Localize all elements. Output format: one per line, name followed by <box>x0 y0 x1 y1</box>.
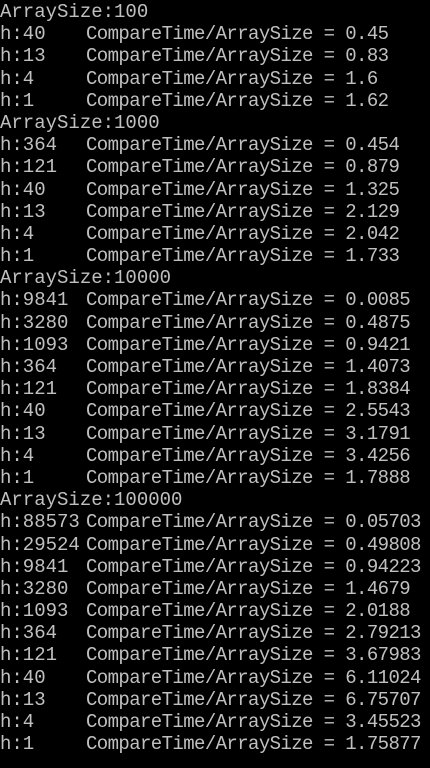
result-row: h:121 CompareTime/ArraySize = 3.67983 <box>0 644 430 666</box>
ratio-text: CompareTime/ArraySize = 0.879 <box>86 156 400 179</box>
ratio-text: CompareTime/ArraySize = 0.83 <box>86 45 389 68</box>
ratio-text: CompareTime/ArraySize = 1.62 <box>86 89 389 112</box>
result-row: h:40 CompareTime/ArraySize = 1.325 <box>0 179 430 201</box>
gap-value: h:1 <box>0 466 35 489</box>
ratio-text: CompareTime/ArraySize = 3.67983 <box>86 644 421 667</box>
result-row: h:1 CompareTime/ArraySize = 1.62 <box>0 90 430 112</box>
ratio-text: CompareTime/ArraySize = 0.45 <box>86 23 389 46</box>
result-row: h:1093 CompareTime/ArraySize = 0.9421 <box>0 334 430 356</box>
ratio-text: CompareTime/ArraySize = 2.042 <box>86 222 400 245</box>
result-row: h:1 CompareTime/ArraySize = 1.75877 <box>0 733 430 755</box>
gap-value: h:40 <box>0 666 46 689</box>
gap-value: h:3280 <box>0 311 69 334</box>
ratio-text: CompareTime/ArraySize = 0.49808 <box>86 533 421 556</box>
ratio-text: CompareTime/ArraySize = 6.11024 <box>86 666 421 689</box>
result-row: h:3280 CompareTime/ArraySize = 1.4679 <box>0 578 430 600</box>
gap-value: h:121 <box>0 644 58 667</box>
ratio-text: CompareTime/ArraySize = 1.7888 <box>86 466 411 489</box>
result-row: h:364 CompareTime/ArraySize = 0.454 <box>0 134 430 156</box>
gap-value: h:9841 <box>0 289 69 312</box>
gap-value: h:4 <box>0 222 35 245</box>
block-header: ArraySize:10000 <box>0 267 172 290</box>
ratio-text: CompareTime/ArraySize = 1.75877 <box>86 733 421 756</box>
gap-value: h:1093 <box>0 333 69 356</box>
result-row: h:4 CompareTime/ArraySize = 3.4256 <box>0 445 430 467</box>
result-row: h:364 CompareTime/ArraySize = 2.79213 <box>0 622 430 644</box>
result-row: h:1 CompareTime/ArraySize = 1.733 <box>0 245 430 267</box>
result-row: h:40 CompareTime/ArraySize = 2.5543 <box>0 400 430 422</box>
gap-value: h:40 <box>0 178 46 201</box>
ratio-text: CompareTime/ArraySize = 0.0085 <box>86 289 411 312</box>
gap-value: h:3280 <box>0 577 69 600</box>
result-row: h:4 CompareTime/ArraySize = 2.042 <box>0 223 430 245</box>
ratio-text: CompareTime/ArraySize = 2.129 <box>86 200 400 223</box>
gap-value: h:1093 <box>0 600 69 623</box>
gap-value: h:364 <box>0 356 58 378</box>
result-row: h:88573 CompareTime/ArraySize = 0.05703 <box>0 511 430 533</box>
gap-value: h:121 <box>0 378 58 401</box>
gap-value: h:1 <box>0 245 35 268</box>
ratio-text: CompareTime/ArraySize = 3.45523 <box>86 711 421 733</box>
result-row: h:13 CompareTime/ArraySize = 3.1791 <box>0 423 430 445</box>
ratio-text: CompareTime/ArraySize = 0.454 <box>86 134 400 157</box>
block-header: ArraySize:100 <box>0 1 149 23</box>
ratio-text: CompareTime/ArraySize = 1.8384 <box>86 378 411 401</box>
block-header: ArraySize:100000 <box>0 489 183 512</box>
block-header: ArraySize:1000 <box>0 111 160 134</box>
result-row: h:3280 CompareTime/ArraySize = 0.4875 <box>0 312 430 334</box>
gap-value: h:29524 <box>0 533 80 556</box>
ratio-text: CompareTime/ArraySize = 0.05703 <box>86 511 421 534</box>
gap-value: h:4 <box>0 67 35 90</box>
gap-value: h:121 <box>0 156 58 179</box>
ratio-text: CompareTime/ArraySize = 1.4073 <box>86 356 411 378</box>
gap-value: h:40 <box>0 23 46 46</box>
result-row: h:9841 CompareTime/ArraySize = 0.94223 <box>0 556 430 578</box>
gap-value: h:364 <box>0 622 58 645</box>
result-row: h:40 CompareTime/ArraySize = 0.45 <box>0 23 430 45</box>
result-row: h:29524 CompareTime/ArraySize = 0.49808 <box>0 534 430 556</box>
result-row: h:364 CompareTime/ArraySize = 1.4073 <box>0 356 430 378</box>
ratio-text: CompareTime/ArraySize = 1.6 <box>86 67 378 90</box>
gap-value: h:13 <box>0 422 46 445</box>
ratio-text: CompareTime/ArraySize = 6.75707 <box>86 688 421 711</box>
result-row: h:9841 CompareTime/ArraySize = 0.0085 <box>0 289 430 311</box>
result-row: h:1 CompareTime/ArraySize = 1.7888 <box>0 467 430 489</box>
ratio-text: CompareTime/ArraySize = 1.4679 <box>86 577 411 600</box>
gap-value: h:13 <box>0 688 46 711</box>
result-row: h:1093 CompareTime/ArraySize = 2.0188 <box>0 600 430 622</box>
gap-value: h:1 <box>0 89 35 112</box>
gap-value: h:4 <box>0 444 35 467</box>
result-row: h:4 CompareTime/ArraySize = 3.45523 <box>0 711 430 733</box>
result-row: h:121 CompareTime/ArraySize = 0.879 <box>0 156 430 178</box>
ratio-text: CompareTime/ArraySize = 0.9421 <box>86 333 411 356</box>
result-row: h:121 CompareTime/ArraySize = 1.8384 <box>0 378 430 400</box>
result-row: h:13 CompareTime/ArraySize = 0.83 <box>0 45 430 67</box>
ratio-text: CompareTime/ArraySize = 2.79213 <box>86 622 421 645</box>
ratio-text: CompareTime/ArraySize = 2.5543 <box>86 400 411 423</box>
gap-value: h:40 <box>0 400 46 423</box>
ratio-text: CompareTime/ArraySize = 0.4875 <box>86 311 411 334</box>
result-row: h:13 CompareTime/ArraySize = 2.129 <box>0 201 430 223</box>
result-row: h:13 CompareTime/ArraySize = 6.75707 <box>0 689 430 711</box>
console-output: ArraySize:100 h:40 CompareTime/ArraySize … <box>0 0 430 768</box>
gap-value: h:364 <box>0 134 58 157</box>
gap-value: h:4 <box>0 711 35 733</box>
ratio-text: CompareTime/ArraySize = 0.94223 <box>86 555 421 578</box>
gap-value: h:9841 <box>0 555 69 578</box>
result-row: h:4 CompareTime/ArraySize = 1.6 <box>0 68 430 90</box>
ratio-text: CompareTime/ArraySize = 3.4256 <box>86 444 411 467</box>
gap-value: h:13 <box>0 45 46 68</box>
gap-value: h:1 <box>0 733 35 756</box>
ratio-text: CompareTime/ArraySize = 2.0188 <box>86 600 411 623</box>
gap-value: h:13 <box>0 200 46 223</box>
ratio-text: CompareTime/ArraySize = 1.733 <box>86 245 400 268</box>
ratio-text: CompareTime/ArraySize = 1.325 <box>86 178 400 201</box>
gap-value: h:88573 <box>0 511 80 534</box>
result-row: h:40 CompareTime/ArraySize = 6.11024 <box>0 667 430 689</box>
ratio-text: CompareTime/ArraySize = 3.1791 <box>86 422 411 445</box>
